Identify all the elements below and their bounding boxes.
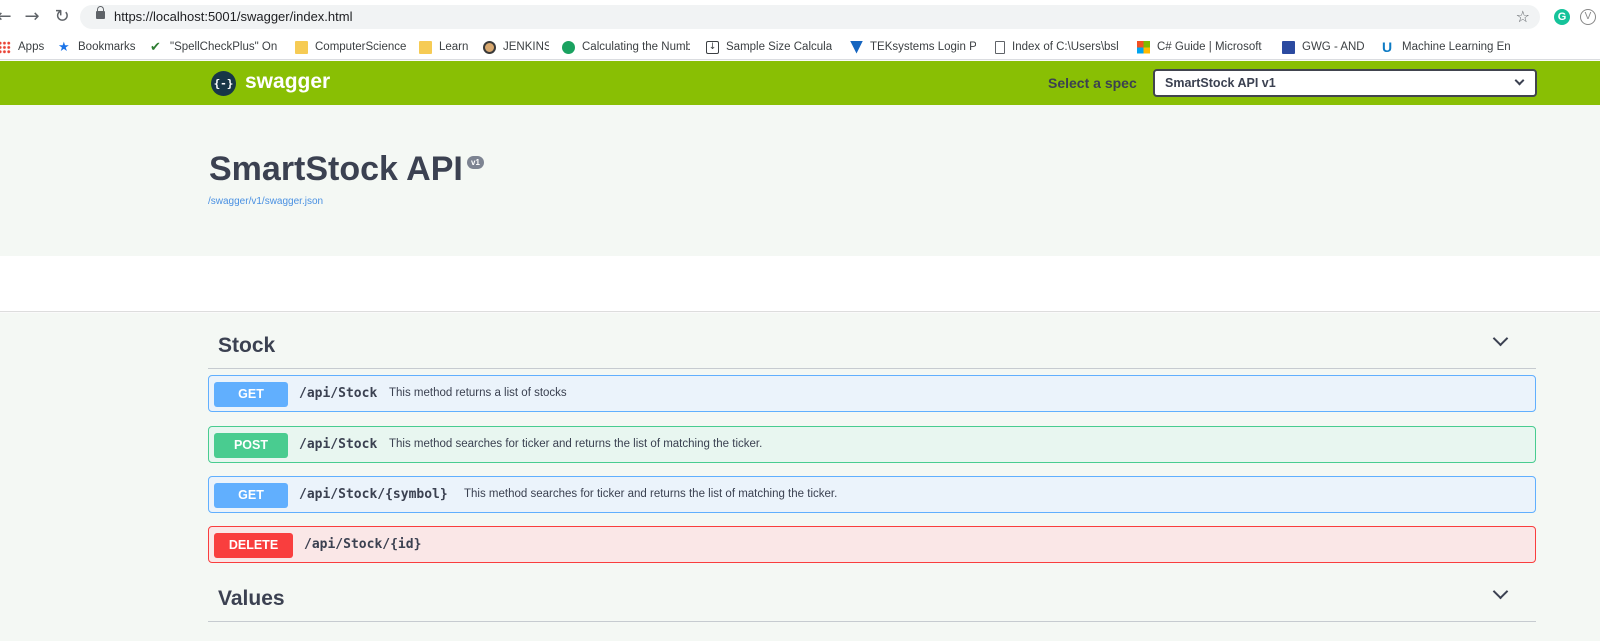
folder-icon <box>419 40 432 54</box>
chevron-down-icon[interactable] <box>1492 583 1509 600</box>
reload-icon[interactable]: ↻ <box>52 7 72 27</box>
file-icon <box>995 40 1005 54</box>
bookmark-calculating[interactable]: Calculating the Numb <box>562 39 690 55</box>
tag-title: Values <box>218 587 285 610</box>
chevron-down-icon <box>1514 75 1525 86</box>
operation-path: /api/Stock <box>299 386 378 401</box>
browser-toolbar: ← → ↻ https://localhost:5001/swagger/ind… <box>0 0 1600 33</box>
spellcheck-icon: ✔ <box>150 39 161 55</box>
back-icon[interactable]: ← <box>0 7 14 27</box>
forward-icon[interactable]: → <box>22 7 42 27</box>
star-icon: ★ <box>58 39 70 55</box>
grammarly-extension-icon[interactable]: G <box>1554 9 1570 25</box>
bookmark-jenkins[interactable]: JENKINS <box>483 39 549 55</box>
bookmark-bookmarks[interactable]: ★ Bookmarks <box>58 39 138 55</box>
bookmark-apps[interactable]: Apps <box>0 39 46 55</box>
url-text: https://localhost:5001/swagger/index.htm… <box>114 9 353 24</box>
operation-path: /api/Stock/{symbol} <box>299 487 448 502</box>
folder-icon <box>295 40 308 54</box>
swagger-logo-text[interactable]: swagger <box>245 70 330 94</box>
method-badge-get: GET <box>214 483 288 508</box>
api-info-section: SmartStock API v1 /swagger/v1/swagger.js… <box>0 105 1600 256</box>
tag-header-values[interactable]: Values <box>208 576 1536 622</box>
operation-description: This method searches for ticker and retu… <box>464 488 838 500</box>
method-badge-get: GET <box>214 382 288 407</box>
spec-json-link[interactable]: /swagger/v1/swagger.json <box>208 196 323 207</box>
spec-select[interactable]: SmartStock API v1 <box>1153 69 1537 97</box>
operations-section: Stock GET /api/Stock This method returns… <box>0 313 1600 641</box>
bookmark-learn[interactable]: Learn <box>419 39 471 55</box>
bookmark-gwg[interactable]: GWG - AND <box>1282 39 1368 55</box>
bookmark-sample-size[interactable]: ↓ Sample Size Calculato <box>706 39 832 55</box>
tag-title: Stock <box>218 334 276 357</box>
bookmark-index[interactable]: Index of C:\Users\bsl <box>995 39 1119 55</box>
apps-icon <box>0 40 11 54</box>
bookmark-machine-learning[interactable]: U Machine Learning En <box>1382 39 1515 55</box>
bookmarks-bar: Apps ★ Bookmarks ✔ "SpellCheckPlus" Onl … <box>0 33 1600 60</box>
method-badge-delete: DELETE <box>214 533 293 558</box>
swagger-topbar: {-} swagger Select a spec SmartStock API… <box>0 61 1600 105</box>
spec-selected-value: SmartStock API v1 <box>1165 76 1276 90</box>
bookmark-csharp-guide[interactable]: C# Guide | Microsoft <box>1137 39 1265 55</box>
download-icon: ↓ <box>706 40 719 54</box>
bookmark-computerscience[interactable]: ComputerScience <box>295 39 407 55</box>
swagger-logo-icon[interactable]: {-} <box>211 71 236 96</box>
jenkins-icon <box>483 40 496 54</box>
scheme-container <box>0 256 1600 312</box>
tek-icon <box>850 40 863 54</box>
address-bar[interactable]: https://localhost:5001/swagger/index.htm… <box>80 5 1540 29</box>
api-title: SmartStock API <box>209 150 463 188</box>
operation-path: /api/Stock <box>299 437 378 452</box>
tag-header-stock[interactable]: Stock <box>208 323 1536 369</box>
calculator-icon <box>562 40 575 54</box>
microsoft-icon <box>1137 40 1150 54</box>
version-badge: v1 <box>467 156 484 169</box>
bookmark-spellcheckplus[interactable]: ✔ "SpellCheckPlus" Onl <box>150 39 278 55</box>
operation-description: This method returns a list of stocks <box>389 387 567 399</box>
operation-path: /api/Stock/{id} <box>304 537 422 552</box>
udemy-icon: U <box>1382 39 1393 55</box>
operation-description: This method searches for ticker and retu… <box>389 438 763 450</box>
gwg-icon <box>1282 40 1295 54</box>
bookmark-star-icon[interactable]: ☆ <box>1516 7 1530 26</box>
lock-icon <box>96 6 105 19</box>
operation-get-stock[interactable]: GET /api/Stock This method returns a lis… <box>208 375 1536 412</box>
chevron-down-icon[interactable] <box>1492 330 1509 347</box>
operation-delete-stock-id[interactable]: DELETE /api/Stock/{id} <box>208 526 1536 563</box>
extension-v-icon[interactable]: V <box>1580 9 1596 25</box>
operation-post-stock[interactable]: POST /api/Stock This method searches for… <box>208 426 1536 463</box>
operation-get-stock-symbol[interactable]: GET /api/Stock/{symbol} This method sear… <box>208 476 1536 513</box>
method-badge-post: POST <box>214 433 288 458</box>
spec-label: Select a spec <box>1048 75 1137 91</box>
bookmark-teksystems[interactable]: TEKsystems Login Pa <box>850 39 976 55</box>
